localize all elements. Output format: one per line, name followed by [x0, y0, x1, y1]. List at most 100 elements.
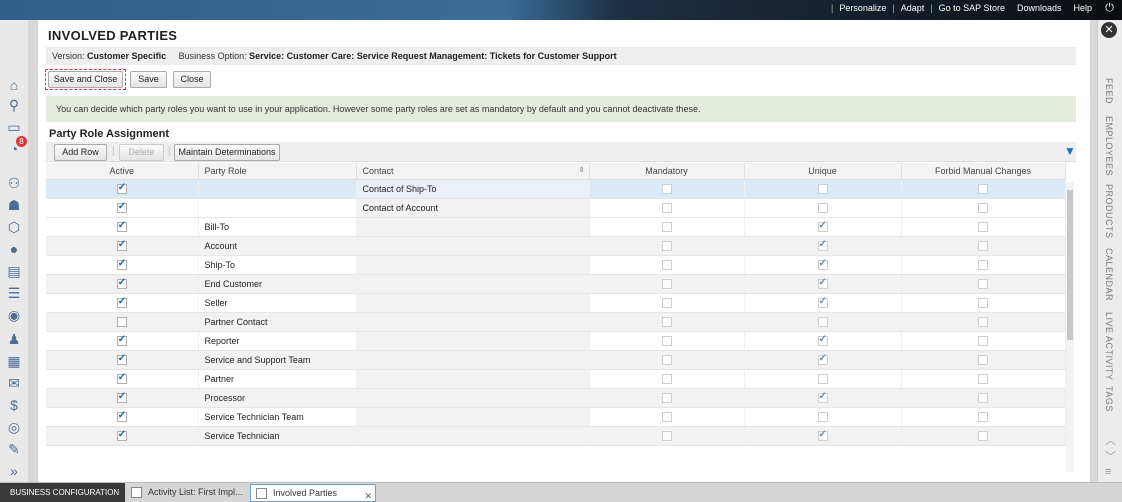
active-checkbox[interactable] — [116, 277, 127, 289]
forbid-manual-changes-checkbox[interactable] — [978, 221, 988, 232]
table-row[interactable]: Ship-To — [46, 255, 1066, 275]
table-row[interactable]: Contact of Account — [46, 198, 1066, 218]
forbid-manual-changes-checkbox[interactable] — [978, 354, 988, 365]
unique-checkbox[interactable] — [817, 391, 828, 403]
personalize-link[interactable]: Personalize — [833, 3, 892, 13]
add-row-button[interactable]: Add Row — [54, 144, 107, 161]
live-activity-tab[interactable]: LIVE ACTIVITY — [1104, 312, 1114, 381]
tab-activity-list[interactable]: Activity List: First Impl... — [126, 484, 248, 502]
contact-cell[interactable] — [356, 236, 590, 256]
unique-checkbox[interactable] — [817, 239, 828, 251]
table-row[interactable]: Service Technician Team — [46, 407, 1066, 427]
forbid-manual-changes-checkbox[interactable] — [978, 240, 988, 251]
unique-checkbox[interactable] — [817, 258, 828, 270]
mail-icon[interactable]: ✉ — [4, 374, 24, 392]
table-row[interactable]: Reporter — [46, 331, 1066, 351]
feed-tab[interactable]: FEED — [1104, 78, 1114, 104]
mandatory-checkbox[interactable] — [661, 202, 672, 213]
contact-cell[interactable] — [356, 350, 590, 370]
mandatory-checkbox[interactable] — [661, 183, 672, 194]
unique-checkbox[interactable] — [817, 429, 828, 441]
table-row[interactable]: Service Technician — [46, 426, 1066, 446]
chevron-up-icon[interactable]: ︿ — [1105, 432, 1116, 448]
forbid-manual-changes-checkbox[interactable] — [978, 278, 988, 289]
mandatory-checkbox[interactable] — [661, 259, 672, 270]
list-icon[interactable]: ☰ — [4, 284, 24, 302]
delete-button[interactable]: Delete — [119, 144, 164, 161]
column-header-unique[interactable]: Unique — [744, 163, 902, 180]
unique-checkbox[interactable] — [817, 277, 828, 289]
forbid-manual-changes-checkbox[interactable] — [978, 373, 988, 384]
coin-icon[interactable]: ◎ — [4, 418, 24, 436]
org-chart-icon[interactable]: ⚇ — [4, 174, 24, 192]
unique-checkbox[interactable] — [817, 202, 828, 213]
active-checkbox[interactable] — [116, 334, 127, 346]
forbid-manual-changes-checkbox[interactable] — [978, 411, 988, 422]
column-header-contact[interactable]: Contact ⇕ — [356, 163, 590, 180]
maintain-determinations-button[interactable]: Maintain Determinations — [174, 144, 280, 161]
hierarchy-icon[interactable]: ☗ — [4, 196, 24, 214]
report-icon[interactable]: ▤ — [4, 262, 24, 280]
unique-checkbox[interactable] — [817, 373, 828, 384]
downloads-link[interactable]: Downloads — [1011, 3, 1068, 13]
building-icon[interactable]: ▦ — [4, 352, 24, 370]
unique-checkbox[interactable] — [817, 296, 828, 308]
forbid-manual-changes-checkbox[interactable] — [978, 183, 988, 194]
contact-cell[interactable]: Contact of Account — [356, 198, 590, 218]
mandatory-checkbox[interactable] — [661, 373, 672, 384]
active-checkbox[interactable] — [116, 220, 127, 232]
contact-cell[interactable] — [356, 331, 590, 351]
mandatory-checkbox[interactable] — [661, 354, 672, 365]
active-checkbox[interactable] — [116, 182, 127, 194]
unique-checkbox[interactable] — [817, 316, 828, 327]
login-dollar-icon[interactable]: $ — [4, 396, 24, 414]
mandatory-checkbox[interactable] — [661, 411, 672, 422]
power-icon[interactable]: ⏻ — [1105, 2, 1114, 15]
people-list-icon[interactable]: ♟ — [4, 330, 24, 348]
close-button[interactable]: Close — [173, 71, 211, 88]
forbid-manual-changes-checkbox[interactable] — [978, 430, 988, 441]
employees-tab[interactable]: EMPLOYEES — [1104, 116, 1114, 176]
table-row[interactable]: Partner — [46, 369, 1066, 389]
products-tab[interactable]: PRODUCTS — [1104, 184, 1114, 239]
person-icon[interactable]: ◉ — [4, 306, 24, 324]
unique-checkbox[interactable] — [817, 183, 828, 194]
mandatory-checkbox[interactable] — [661, 240, 672, 251]
mandatory-checkbox[interactable] — [661, 278, 672, 289]
chat-icon[interactable]: ▭ — [4, 118, 24, 136]
unique-checkbox[interactable] — [817, 220, 828, 232]
save-button[interactable]: Save — [130, 71, 167, 88]
column-header-mandatory[interactable]: Mandatory — [589, 163, 745, 180]
adapt-link[interactable]: Adapt — [895, 3, 931, 13]
forbid-manual-changes-checkbox[interactable] — [978, 392, 988, 403]
mandatory-checkbox[interactable] — [661, 297, 672, 308]
table-row[interactable]: Contact of Ship-To — [46, 179, 1066, 199]
column-header-party-role[interactable]: Party Role — [198, 163, 357, 180]
active-checkbox[interactable] — [116, 410, 127, 422]
contact-cell[interactable]: Contact of Ship-To — [356, 179, 590, 199]
table-row[interactable]: Processor — [46, 388, 1066, 408]
contact-cell[interactable] — [356, 388, 590, 408]
filter-icon[interactable]: ▼ — [1064, 144, 1076, 158]
tags-tab[interactable]: TAGS — [1104, 386, 1114, 412]
contact-cell[interactable] — [356, 293, 590, 313]
forbid-manual-changes-checkbox[interactable] — [978, 202, 988, 213]
unique-checkbox[interactable] — [817, 334, 828, 346]
calendar-tab[interactable]: CALENDAR — [1104, 248, 1114, 301]
contact-cell[interactable] — [356, 255, 590, 275]
chevron-down-icon[interactable]: ﹀ — [1105, 448, 1116, 464]
expand-icon[interactable]: » — [4, 462, 24, 480]
forbid-manual-changes-checkbox[interactable] — [978, 316, 988, 327]
active-checkbox[interactable] — [116, 316, 127, 327]
active-checkbox[interactable] — [116, 429, 127, 441]
close-icon[interactable]: ✕ — [1101, 22, 1117, 38]
mandatory-checkbox[interactable] — [661, 221, 672, 232]
column-header-forbid-manual-changes[interactable]: Forbid Manual Changes — [901, 163, 1066, 180]
unique-checkbox[interactable] — [817, 353, 828, 365]
scrollbar-thumb[interactable] — [1067, 190, 1073, 340]
save-and-close-button[interactable]: Save and Close — [48, 71, 123, 88]
forbid-manual-changes-checkbox[interactable] — [978, 335, 988, 346]
active-checkbox[interactable] — [116, 372, 127, 384]
sort-icon[interactable]: ⇕ — [579, 166, 585, 174]
mandatory-checkbox[interactable] — [661, 430, 672, 441]
